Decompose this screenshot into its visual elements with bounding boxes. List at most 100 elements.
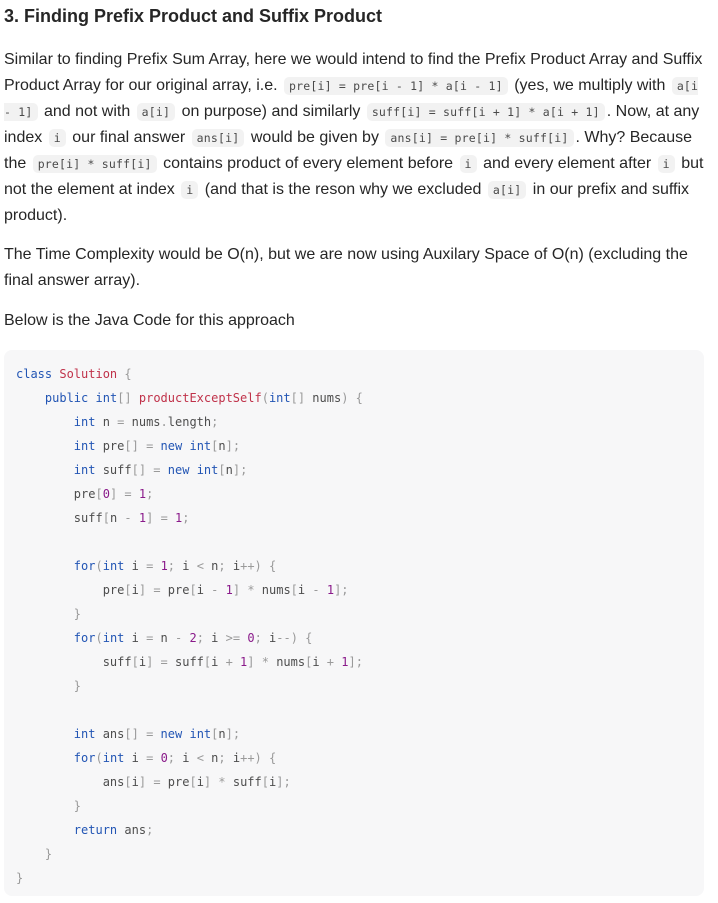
code-token: suff (167, 655, 204, 669)
code-token: ) (290, 631, 298, 645)
code-token: ; (167, 559, 176, 573)
code-token: * (218, 775, 226, 789)
code-token: >= (225, 631, 241, 645)
code-token: = (153, 583, 161, 597)
code-token: { (269, 751, 277, 765)
code-token: 0 (247, 631, 255, 645)
text-segment: would be given by (246, 129, 384, 146)
code-line: suff[n - 1] = 1; (16, 506, 692, 530)
code-token: pre (16, 583, 125, 597)
code-token: int (73, 727, 96, 741)
code-block[interactable]: class Solution { public int[] productExc… (4, 350, 704, 896)
code-token: ; (211, 415, 219, 429)
code-token: { (269, 559, 277, 573)
code-token: ]; (348, 655, 363, 669)
code-token: nums (305, 391, 342, 405)
code-token: i (124, 631, 147, 645)
code-token: i (175, 751, 197, 765)
paragraph-complexity: The Time Complexity would be O(n), but w… (4, 246, 688, 289)
code-token: [] (131, 463, 147, 477)
code-token: int (102, 751, 125, 765)
code-token: n (109, 511, 125, 525)
code-line: ans[i] = pre[i] * suff[i]; (16, 770, 692, 794)
code-token: [ (95, 487, 103, 501)
code-token: = (160, 511, 168, 525)
code-token: } (16, 871, 24, 885)
text-segment: and not with (39, 103, 135, 120)
code-token: pre (16, 487, 96, 501)
code-token: [] (290, 391, 306, 405)
code-token: nums (254, 583, 291, 597)
inline-code: ans[i] = pre[i] * suff[i] (385, 129, 574, 147)
inline-code: suff[i] = suff[i + 1] * a[i + 1] (366, 103, 605, 121)
code-token: i (124, 751, 147, 765)
code-token: [ (189, 775, 197, 789)
code-line: } (16, 866, 692, 890)
code-token: 1 (225, 583, 233, 597)
code-token: ; (218, 559, 226, 573)
code-token: ] (232, 583, 241, 597)
code-token: ( (95, 559, 103, 573)
code-line: } (16, 794, 692, 818)
code-token: productExceptSelf (138, 391, 262, 405)
code-token: i (297, 583, 313, 597)
code-token: i (131, 583, 139, 597)
code-token: 1 (341, 655, 349, 669)
code-token: [ (131, 655, 139, 669)
code-token: [] (124, 727, 139, 741)
code-token: ; (182, 511, 190, 525)
code-token: [ (290, 583, 298, 597)
code-token: int (102, 631, 125, 645)
code-token: new (160, 439, 183, 453)
code-token: * (247, 583, 255, 597)
code-token: 0 (160, 751, 168, 765)
code-token: [ (124, 583, 132, 597)
text-segment: contains product of every element before (158, 155, 458, 172)
code-token: i (138, 655, 147, 669)
code-token: class (16, 367, 53, 381)
code-line: public int[] productExceptSelf(int[] num… (16, 386, 692, 410)
code-token: int (196, 463, 219, 477)
code-token: ; (218, 751, 226, 765)
code-token: i (211, 655, 226, 669)
code-token: [] (124, 439, 139, 453)
code-token: ++ (240, 751, 255, 765)
code-token: i (124, 559, 147, 573)
code-token: i (225, 559, 241, 573)
code-token: [] (117, 391, 132, 405)
code-token: new (167, 463, 190, 477)
code-line: int ans[] = new int[n]; (16, 722, 692, 746)
code-token: = (153, 775, 161, 789)
code-token: = (160, 655, 168, 669)
code-line: } (16, 842, 692, 866)
code-token: - (124, 511, 132, 525)
code-token: { (124, 367, 132, 381)
code-token: { (305, 631, 313, 645)
code-token: pre (160, 583, 190, 597)
code-token: public (44, 391, 89, 405)
code-token: n (218, 727, 226, 741)
code-token: + (326, 655, 335, 669)
code-token: suff (95, 463, 132, 477)
code-line: suff[i] = suff[i + 1] * nums[i + 1]; (16, 650, 692, 674)
code-token: = (153, 463, 161, 477)
code-token: { (355, 391, 363, 405)
text-segment: and every element after (478, 155, 656, 172)
